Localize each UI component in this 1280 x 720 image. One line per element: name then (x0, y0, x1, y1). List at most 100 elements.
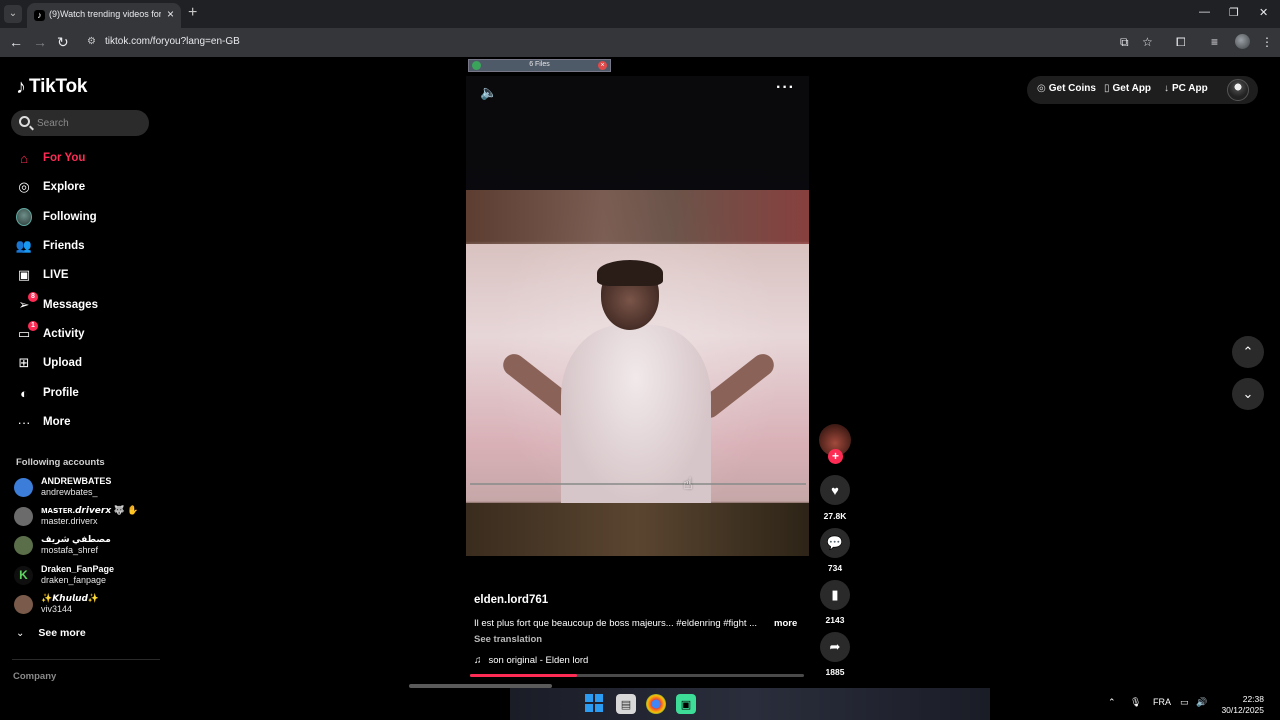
browser-profile-avatar[interactable] (1235, 34, 1250, 49)
video-more-options-icon[interactable]: ··· (776, 79, 795, 97)
account-master-driverx[interactable]: ᴍᴀꜱᴛᴇʀ.𝙙𝙧𝙞𝙫𝙚𝙧𝙭 🐺 ✋ master.driverx (14, 504, 154, 530)
files-close-icon[interactable]: × (598, 61, 607, 70)
home-icon: ⌂ (20, 150, 28, 166)
save-count: 2143 (825, 615, 845, 625)
video-author[interactable]: elden.lord761 (474, 594, 548, 606)
top-actions-bar: ◎ Get Coins ▯ Get App ↓ PC App (1027, 76, 1258, 104)
video-frame[interactable] (466, 190, 809, 556)
microphone-icon[interactable]: 🎙 (1130, 697, 1141, 708)
files-overlay-bar[interactable]: 6 Files × (468, 59, 611, 72)
tab-title: (9)Watch trending videos for yo (49, 9, 161, 19)
nav-explore[interactable]: ◎ Explore (16, 177, 146, 197)
browser-tab-tiktok[interactable]: ♪ (9)Watch trending videos for yo × (27, 3, 181, 28)
messages-badge: 8 (28, 292, 38, 302)
like-heart-icon[interactable]: ♥ (820, 475, 850, 505)
company-link[interactable]: Company (13, 671, 56, 682)
nav-label: Friends (43, 240, 85, 252)
nav-friends[interactable]: 👥 Friends (16, 236, 146, 256)
nav-label: Upload (43, 357, 82, 369)
like-count: 27.8K (823, 511, 847, 521)
browser-menu-icon[interactable]: ⋮ (1261, 35, 1273, 49)
see-more-button[interactable]: ⌄ See more (16, 627, 86, 639)
account-draken-fanpage[interactable]: K Draken_FanPage draken_fanpage (14, 563, 154, 589)
input-language[interactable]: FRA (1153, 697, 1171, 707)
video-scrub-line[interactable] (470, 483, 806, 485)
avatar (14, 536, 33, 555)
tab-search-chevron-icon[interactable]: ⌄ (4, 5, 22, 23)
video-caption: Il est plus fort que beaucoup de boss ma… (474, 618, 758, 629)
pc-app-label: PC App (1172, 83, 1208, 94)
video-frame-bottom-band (466, 503, 809, 556)
account-name: ANDREWBATES (41, 476, 112, 486)
install-app-icon[interactable]: ⧉ (1120, 35, 1129, 49)
compass-icon: ◎ (18, 179, 30, 194)
bookmark-icon[interactable]: ▮ (820, 580, 850, 610)
tiktok-note-icon: ♪ (16, 75, 26, 98)
search-icon[interactable] (19, 116, 30, 127)
video-player[interactable]: 🔈 ··· (466, 76, 809, 556)
nav-live[interactable]: ▣ LIVE (16, 265, 146, 285)
file-explorer-icon[interactable]: ▤ (616, 694, 636, 714)
account-andrewbates[interactable]: ANDREWBATES andrewbates_ (14, 475, 154, 501)
nav-activity[interactable]: ▭ 1 Activity (16, 321, 146, 344)
start-tile (585, 704, 593, 712)
account-handle: draken_fanpage (41, 575, 107, 585)
site-info-icon[interactable]: ⚙ (87, 36, 99, 48)
account-mostafa-shref[interactable]: مصطفي شريف mostafa_shref (14, 533, 154, 559)
tab-close-icon[interactable]: × (167, 7, 174, 21)
speaker-icon[interactable]: 🔊 (1196, 697, 1207, 708)
nav-more[interactable]: ··· More (16, 412, 146, 432)
system-clock[interactable]: 22:38 30/12/2025 (1212, 694, 1264, 716)
android-app-icon[interactable]: ▣ (676, 694, 696, 714)
pc-app-button[interactable]: ↓ PC App (1164, 83, 1208, 94)
minimize-window-icon[interactable]: — (1199, 6, 1210, 18)
comment-icon[interactable]: 💬 (820, 528, 850, 558)
new-tab-plus-icon[interactable]: + (188, 5, 197, 21)
more-dots-icon: ··· (17, 414, 31, 430)
tiktok-logo[interactable]: ♪ TikTok (16, 76, 87, 98)
friends-icon: 👥 (15, 238, 33, 253)
forward-arrow-icon[interactable]: → (33, 34, 47, 50)
url-text[interactable]: tiktok.com/foryou?lang=en-GB (105, 36, 240, 47)
nav-upload[interactable]: ⊞ Upload (16, 353, 146, 373)
next-video-chevron-down-icon[interactable]: ⌄ (1232, 378, 1264, 410)
previous-video-chevron-up-icon[interactable]: ⌃ (1232, 336, 1264, 368)
follow-plus-icon[interactable]: + (828, 449, 843, 464)
nav-profile[interactable]: ◐ Profile (16, 383, 146, 403)
account-viv3144[interactable]: ✨𝙆𝙝𝙪𝙡𝙪𝙙✨ viv3144 (14, 592, 154, 618)
user-avatar[interactable] (1227, 79, 1249, 101)
volume-icon[interactable]: 🔈 (480, 84, 497, 101)
network-icon[interactable]: ▭ (1180, 697, 1189, 708)
chrome-icon[interactable] (646, 694, 666, 714)
video-sound[interactable]: ♫ son original - Elden lord (474, 655, 588, 666)
tiktok-favicon-icon: ♪ (34, 10, 45, 21)
taskbar-peek-area (510, 688, 990, 720)
browser-tab-bar: ⌄ ♪ (9)Watch trending videos for yo × + … (0, 0, 1280, 28)
clock-time: 22:38 (1242, 694, 1264, 704)
nav-for-you[interactable]: ⌂ For You (16, 148, 146, 168)
search-box[interactable] (11, 110, 149, 136)
tray-chevron-up-icon[interactable]: ⌃ (1108, 697, 1116, 708)
address-bar[interactable]: ⚙ tiktok.com/foryou?lang=en-GB (80, 31, 1165, 54)
get-app-button[interactable]: ▯ Get App (1104, 83, 1151, 94)
nav-following[interactable]: Following (16, 207, 146, 227)
back-arrow-icon[interactable]: ← (9, 34, 23, 50)
account-handle: andrewbates_ (41, 487, 98, 497)
restore-window-icon[interactable]: ❐ (1229, 6, 1239, 19)
share-arrow-icon[interactable]: ➦ (820, 632, 850, 662)
nav-messages[interactable]: ➢ 8 Messages (16, 292, 146, 315)
get-coins-label: Get Coins (1048, 83, 1096, 94)
close-window-icon[interactable]: ✕ (1259, 6, 1268, 19)
media-controls-icon[interactable]: ≡ (1211, 35, 1218, 49)
get-coins-button[interactable]: ◎ Get Coins (1037, 83, 1096, 94)
extensions-puzzle-icon[interactable]: ⧠ (1176, 35, 1186, 49)
video-progress-bar[interactable] (470, 674, 804, 677)
messages-paper-plane-icon: ➢ 8 (16, 292, 38, 313)
account-handle: master.driverx (41, 516, 98, 526)
caption-more-link[interactable]: more (774, 618, 797, 629)
bookmark-star-icon[interactable]: ☆ (1142, 35, 1153, 49)
search-input[interactable] (37, 115, 142, 131)
windows-start-icon[interactable] (585, 694, 603, 712)
reload-icon[interactable]: ↻ (57, 34, 69, 50)
see-translation-link[interactable]: See translation (474, 634, 542, 645)
